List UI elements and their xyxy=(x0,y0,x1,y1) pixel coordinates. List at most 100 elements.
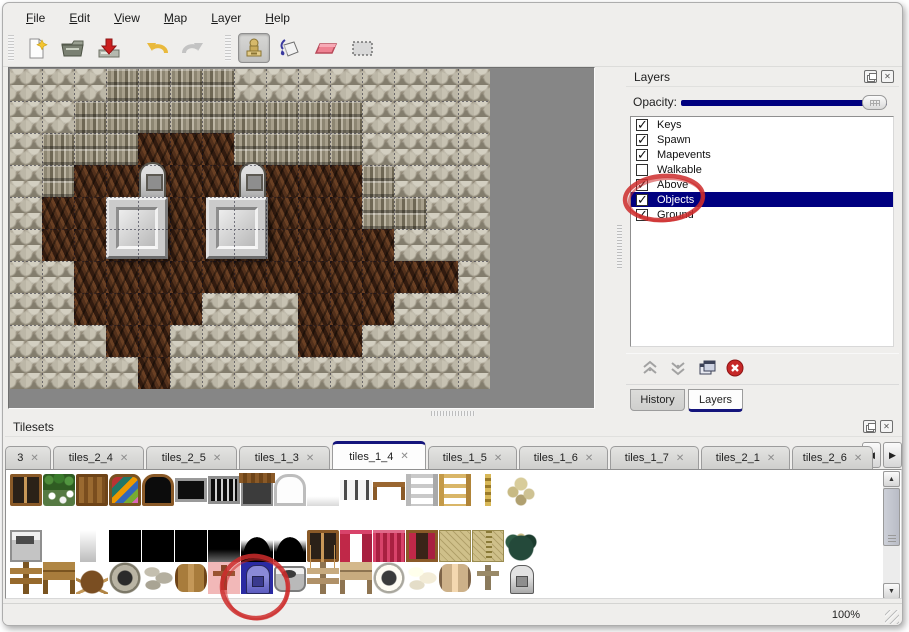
menu-edit[interactable]: Edit xyxy=(58,8,101,28)
map-tile-gray-shingle[interactable] xyxy=(426,325,458,357)
toolbar-grip[interactable] xyxy=(8,35,14,61)
map-tile-gray-shingle[interactable] xyxy=(266,293,298,325)
map-tile-brown-roof[interactable] xyxy=(362,229,394,261)
tile-ladder-wood[interactable] xyxy=(439,474,471,506)
map-tile-stone-wall[interactable] xyxy=(266,133,298,165)
tile-table-wood[interactable] xyxy=(373,482,405,500)
tile-barrel-brown[interactable] xyxy=(175,564,207,592)
menu-layer[interactable]: Layer xyxy=(200,8,252,28)
tileset-tab-tiles_2_4[interactable]: tiles_2_4✕ xyxy=(53,446,144,469)
dock-tab-layers[interactable]: Layers xyxy=(688,389,743,412)
map-tile-gray-shingle[interactable] xyxy=(42,293,74,325)
map-tile-brown-roof[interactable] xyxy=(330,165,362,197)
map-tile-brown-roof[interactable] xyxy=(74,197,106,229)
map-tile-gray-shingle[interactable] xyxy=(42,357,74,389)
map-tile-gray-shingle[interactable] xyxy=(234,293,266,325)
tile-floor-tan[interactable] xyxy=(439,530,471,562)
tile-window-4pane[interactable] xyxy=(307,530,339,562)
map-tile-brown-roof[interactable] xyxy=(234,261,266,293)
tile-black-tile[interactable] xyxy=(175,530,207,562)
open-file-button[interactable] xyxy=(57,33,89,63)
layer-row-above[interactable]: Above xyxy=(631,177,893,192)
map-tile-stone-wall[interactable] xyxy=(234,101,266,133)
map-tile-stone-wall[interactable] xyxy=(298,101,330,133)
menu-file[interactable]: File xyxy=(15,8,56,28)
map-tile-gray-shingle[interactable] xyxy=(10,69,42,101)
map-tile-gray-shingle[interactable] xyxy=(394,229,426,261)
map-tile-brown-roof[interactable] xyxy=(42,229,74,261)
map-tile-stone-wall[interactable] xyxy=(202,101,234,133)
tile-shade-white[interactable] xyxy=(80,530,96,562)
map-viewport[interactable] xyxy=(8,67,595,409)
stamp-tool-button[interactable] xyxy=(238,33,270,63)
map-tile-gray-shingle[interactable] xyxy=(458,293,490,325)
layer-visibility-checkbox[interactable] xyxy=(636,134,648,146)
map-tile-brown-roof[interactable] xyxy=(202,133,234,165)
tile-window-2pane[interactable] xyxy=(10,474,42,506)
tile-ladder-metal[interactable] xyxy=(406,474,438,506)
map-tile-brown-roof[interactable] xyxy=(298,229,330,261)
map-tile-brown-roof[interactable] xyxy=(362,293,394,325)
map-tile-stone-wall[interactable] xyxy=(42,133,74,165)
map-tile-gray-shingle[interactable] xyxy=(10,293,42,325)
map-tile-stone-wall[interactable] xyxy=(42,165,74,197)
map-tile-gray-shingle[interactable] xyxy=(202,293,234,325)
tab-close-icon[interactable]: ✕ xyxy=(494,453,502,464)
move-layer-down-button[interactable] xyxy=(666,358,690,382)
map-tile-stone-wall[interactable] xyxy=(266,101,298,133)
layer-row-mapevents[interactable]: Mapevents xyxy=(631,147,893,162)
map-tile-gray-shingle[interactable] xyxy=(330,69,362,101)
map-tile-gray-shingle[interactable] xyxy=(362,325,394,357)
map-tile-brown-roof[interactable] xyxy=(298,261,330,293)
map-tile-brown-roof[interactable] xyxy=(106,261,138,293)
tile-floor-tan-trim[interactable] xyxy=(472,530,504,562)
tile-basket-wood[interactable] xyxy=(76,562,108,594)
map-tile-gray-shingle[interactable] xyxy=(394,101,426,133)
map-tile-gray-shingle[interactable] xyxy=(10,357,42,389)
map-tile-gray-shingle[interactable] xyxy=(298,357,330,389)
tile-blank-white[interactable] xyxy=(307,474,339,506)
tileset-tab-tiles_2_5[interactable]: tiles_2_5✕ xyxy=(146,446,237,469)
map-tile-gray-shingle[interactable] xyxy=(234,69,266,101)
tile-sign-small[interactable] xyxy=(10,562,42,594)
tab-close-icon[interactable]: ✕ xyxy=(854,453,862,464)
tab-close-icon[interactable]: ✕ xyxy=(120,453,128,464)
map-tile-brown-roof[interactable] xyxy=(74,165,106,197)
tile-black-tile[interactable] xyxy=(109,530,141,562)
tile-sign-large[interactable] xyxy=(43,562,75,594)
map-tile-gray-shingle[interactable] xyxy=(426,165,458,197)
map-tile-gray-shingle[interactable] xyxy=(42,101,74,133)
map-tile-gray-shingle[interactable] xyxy=(458,261,490,293)
layer-visibility-checkbox[interactable] xyxy=(636,209,648,221)
layer-row-ground[interactable]: Ground xyxy=(631,207,893,222)
map-tile-stone-wall[interactable] xyxy=(234,133,266,165)
map-tile-brown-roof[interactable] xyxy=(170,197,202,229)
opacity-slider-handle[interactable] xyxy=(862,95,887,110)
map-tile-gray-shingle[interactable] xyxy=(266,69,298,101)
map-tile-gray-shingle[interactable] xyxy=(42,69,74,101)
map-tile-stone-wall[interactable] xyxy=(330,133,362,165)
map-tile-gray-shingle[interactable] xyxy=(330,357,362,389)
map-tile-brown-roof[interactable] xyxy=(106,325,138,357)
map-tile-brown-roof[interactable] xyxy=(298,165,330,197)
tile-pot-gray[interactable] xyxy=(274,566,306,592)
tile-black-tile[interactable] xyxy=(142,530,174,562)
map-tile-brown-roof[interactable] xyxy=(202,261,234,293)
map-tile-gray-shingle[interactable] xyxy=(362,133,394,165)
map-tile-brown-roof[interactable] xyxy=(74,229,106,261)
layer-row-keys[interactable]: Keys xyxy=(631,117,893,132)
map-tile-stone-wall[interactable] xyxy=(106,69,138,101)
map-tile-stone-wall[interactable] xyxy=(74,133,106,165)
tile-hole-arch[interactable] xyxy=(274,530,306,562)
tab-close-icon[interactable]: ✕ xyxy=(585,453,593,464)
tile-curtain-open[interactable] xyxy=(340,530,372,562)
map-tile-brown-roof[interactable] xyxy=(138,293,170,325)
map-tile-gray-shingle[interactable] xyxy=(394,133,426,165)
tile-tombstone-selected[interactable] xyxy=(241,562,273,594)
new-file-button[interactable] xyxy=(21,33,53,63)
map-tile-gray-shingle[interactable] xyxy=(74,69,106,101)
map-tile-gray-shingle[interactable] xyxy=(426,229,458,261)
map-tile-gray-shingle[interactable] xyxy=(202,325,234,357)
tile-curtain-full[interactable] xyxy=(373,530,405,562)
map-tile-brown-roof[interactable] xyxy=(170,165,202,197)
